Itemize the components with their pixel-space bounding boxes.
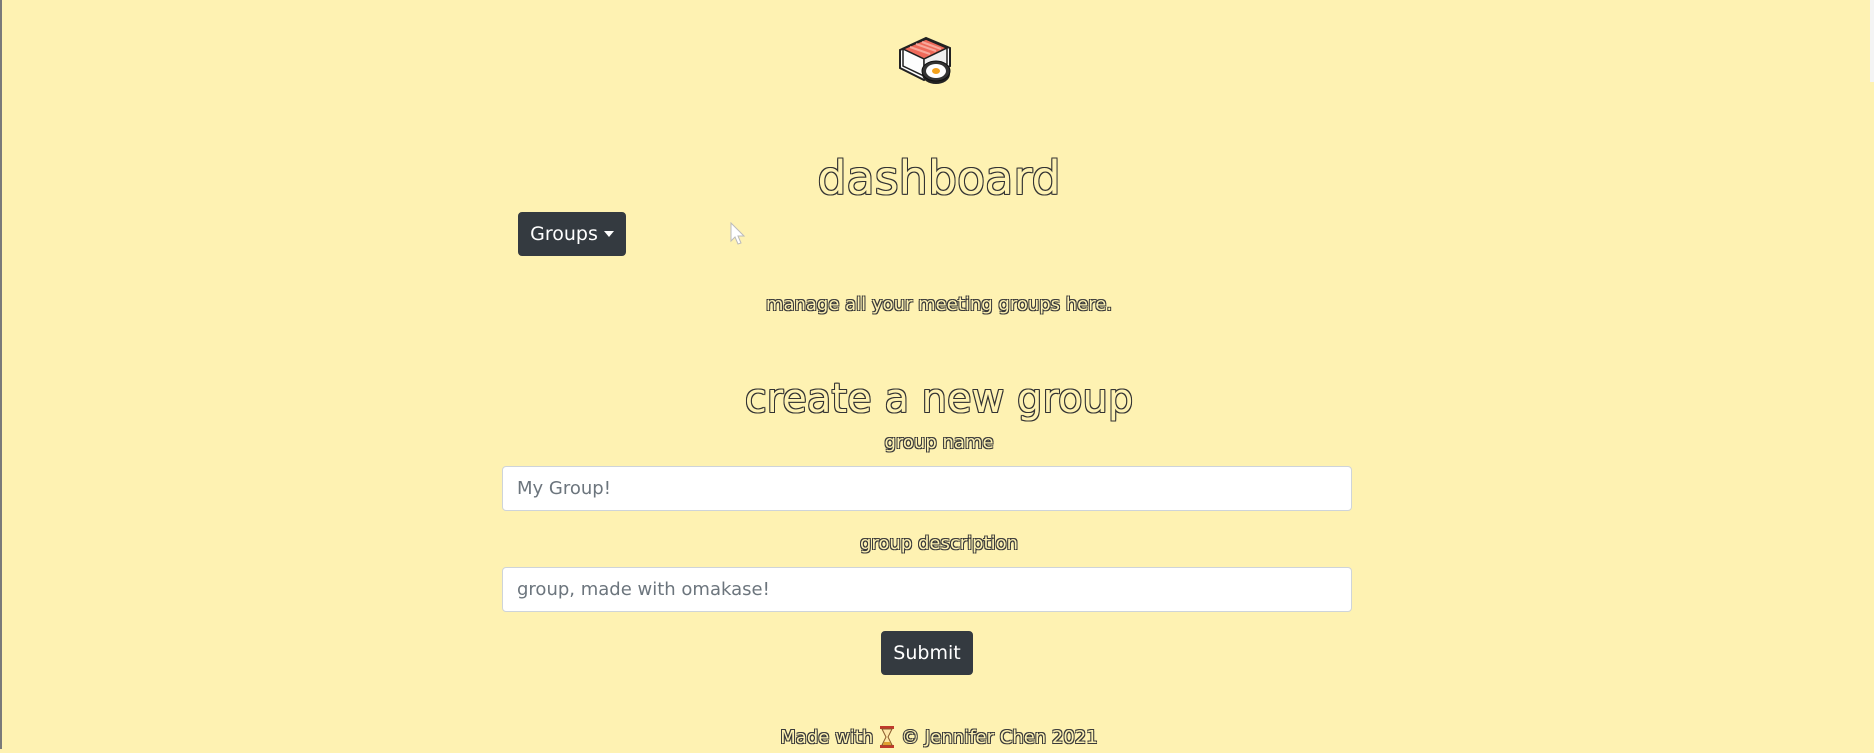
groups-dropdown-label: Groups — [530, 223, 598, 245]
group-name-input[interactable] — [502, 466, 1352, 511]
caret-down-icon — [603, 231, 614, 237]
create-group-title: create a new group — [744, 376, 1134, 422]
hourglass-icon — [879, 726, 895, 748]
page-title: dashboard — [817, 151, 1061, 205]
footer-copyright: © Jennifer Chen 2021 — [901, 726, 1098, 748]
groups-dropdown-button[interactable]: Groups — [518, 212, 626, 256]
group-name-label: group name — [884, 432, 994, 453]
mouse-cursor-icon — [730, 221, 746, 246]
group-description-input[interactable] — [502, 567, 1352, 612]
sushi-logo-icon — [894, 32, 956, 90]
group-description-label: group description — [859, 533, 1019, 554]
footer-prefix: Made with — [780, 726, 874, 748]
footer: Made with © Jennifer Chen 2021 — [2, 726, 1874, 748]
window-scrollbar-edge — [1870, 0, 1874, 82]
submit-button[interactable]: Submit — [881, 631, 973, 675]
page-subtitle: manage all your meeting groups here. — [765, 294, 1113, 315]
